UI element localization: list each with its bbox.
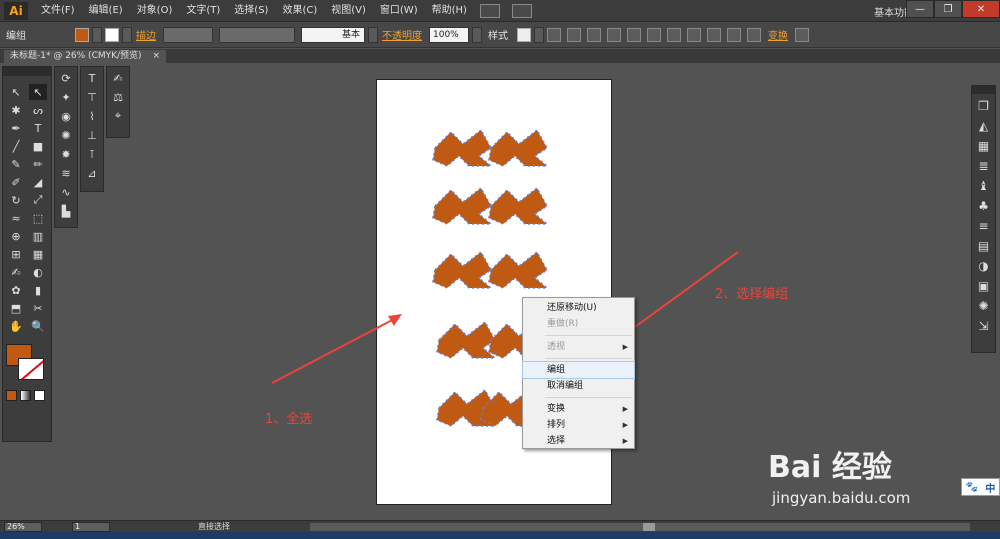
menu-undo-move-label: 还原移动(U) xyxy=(547,303,597,313)
watermark-brand: Bai 经验 xyxy=(768,450,892,485)
arrow-step1 xyxy=(271,317,397,384)
submenu-arrow-icon: ▶ xyxy=(622,405,628,413)
menu-separator xyxy=(545,335,632,336)
paw-icon: 🐾 xyxy=(965,481,979,493)
panel-dock: ❐ ◭ ▦ ≣ ♝ ♣ ≡ ▤ ◑ ▣ ✺ ⇲ xyxy=(971,85,996,353)
menu-arrange-label: 排列 xyxy=(547,420,566,430)
horizontal-scrollbar[interactable] xyxy=(310,523,970,531)
layers-icon[interactable]: ≣ xyxy=(975,157,992,174)
status-bar: 26% 1 直接选择 xyxy=(0,520,1000,532)
menu-select-label: 选择 xyxy=(547,436,566,446)
context-menu: 还原移动(U) 重做(R) 透视 ▶ 编组 取消编组 变换 ▶ 排列 ▶ 选择 ▶ xyxy=(522,297,635,449)
menu-perspective-label: 透视 xyxy=(547,342,566,352)
baidu-watermark: Bai 经验 jingyan.baidu.com xyxy=(768,432,968,518)
menu-transform-label: 变换 xyxy=(547,404,566,414)
menu-separator xyxy=(545,358,632,359)
watermark-url: jingyan.baidu.com xyxy=(772,489,911,507)
zoom-field[interactable]: 26% xyxy=(4,521,42,532)
menu-arrange[interactable]: 排列 ▶ xyxy=(523,417,634,433)
ime-lang: 中 xyxy=(985,483,996,495)
menu-redo-label: 重做(R) xyxy=(547,319,579,329)
color-guide-icon[interactable]: ◭ xyxy=(975,117,992,134)
ime-indicator[interactable]: 🐾 中 xyxy=(961,478,1000,496)
menu-group[interactable]: 编组 xyxy=(522,361,635,379)
stroke-panel-icon[interactable]: ≡ xyxy=(975,217,992,234)
os-taskbar xyxy=(0,532,1000,539)
submenu-arrow-icon: ▶ xyxy=(622,421,628,429)
submenu-arrow-icon: ▶ xyxy=(622,437,628,445)
panel-dock-header[interactable] xyxy=(972,86,995,94)
scroll-thumb[interactable] xyxy=(643,523,655,531)
menu-transform[interactable]: 变换 ▶ xyxy=(523,401,634,417)
submenu-arrow-icon: ▶ xyxy=(622,343,628,351)
menu-group-label: 编组 xyxy=(547,365,566,375)
export-icon[interactable]: ⇲ xyxy=(975,317,992,334)
swatches-icon[interactable]: ▦ xyxy=(975,137,992,154)
annotation-step1: 1、全选 xyxy=(265,412,313,427)
appearance-icon[interactable]: ▣ xyxy=(975,277,992,294)
menu-perspective: 透视 ▶ xyxy=(523,339,634,355)
menu-undo-move[interactable]: 还原移动(U) xyxy=(523,300,634,316)
menu-select[interactable]: 选择 ▶ xyxy=(523,433,634,449)
menu-ungroup[interactable]: 取消编组 xyxy=(523,378,634,394)
artboards-panel-icon[interactable]: ❐ xyxy=(975,97,992,114)
current-tool-label: 直接选择 xyxy=(198,522,230,531)
brushes-icon[interactable]: ♝ xyxy=(975,177,992,194)
gradient-panel-icon[interactable]: ▤ xyxy=(975,237,992,254)
menu-separator xyxy=(545,397,632,398)
graphic-styles-icon[interactable]: ✺ xyxy=(975,297,992,314)
page-field[interactable]: 1 xyxy=(72,521,110,532)
menu-redo: 重做(R) xyxy=(523,316,634,332)
annotation-step2: 2、选择编组 xyxy=(715,287,789,302)
menu-ungroup-label: 取消编组 xyxy=(547,381,584,391)
symbols-icon[interactable]: ♣ xyxy=(975,197,992,214)
transparency-icon[interactable]: ◑ xyxy=(975,257,992,274)
